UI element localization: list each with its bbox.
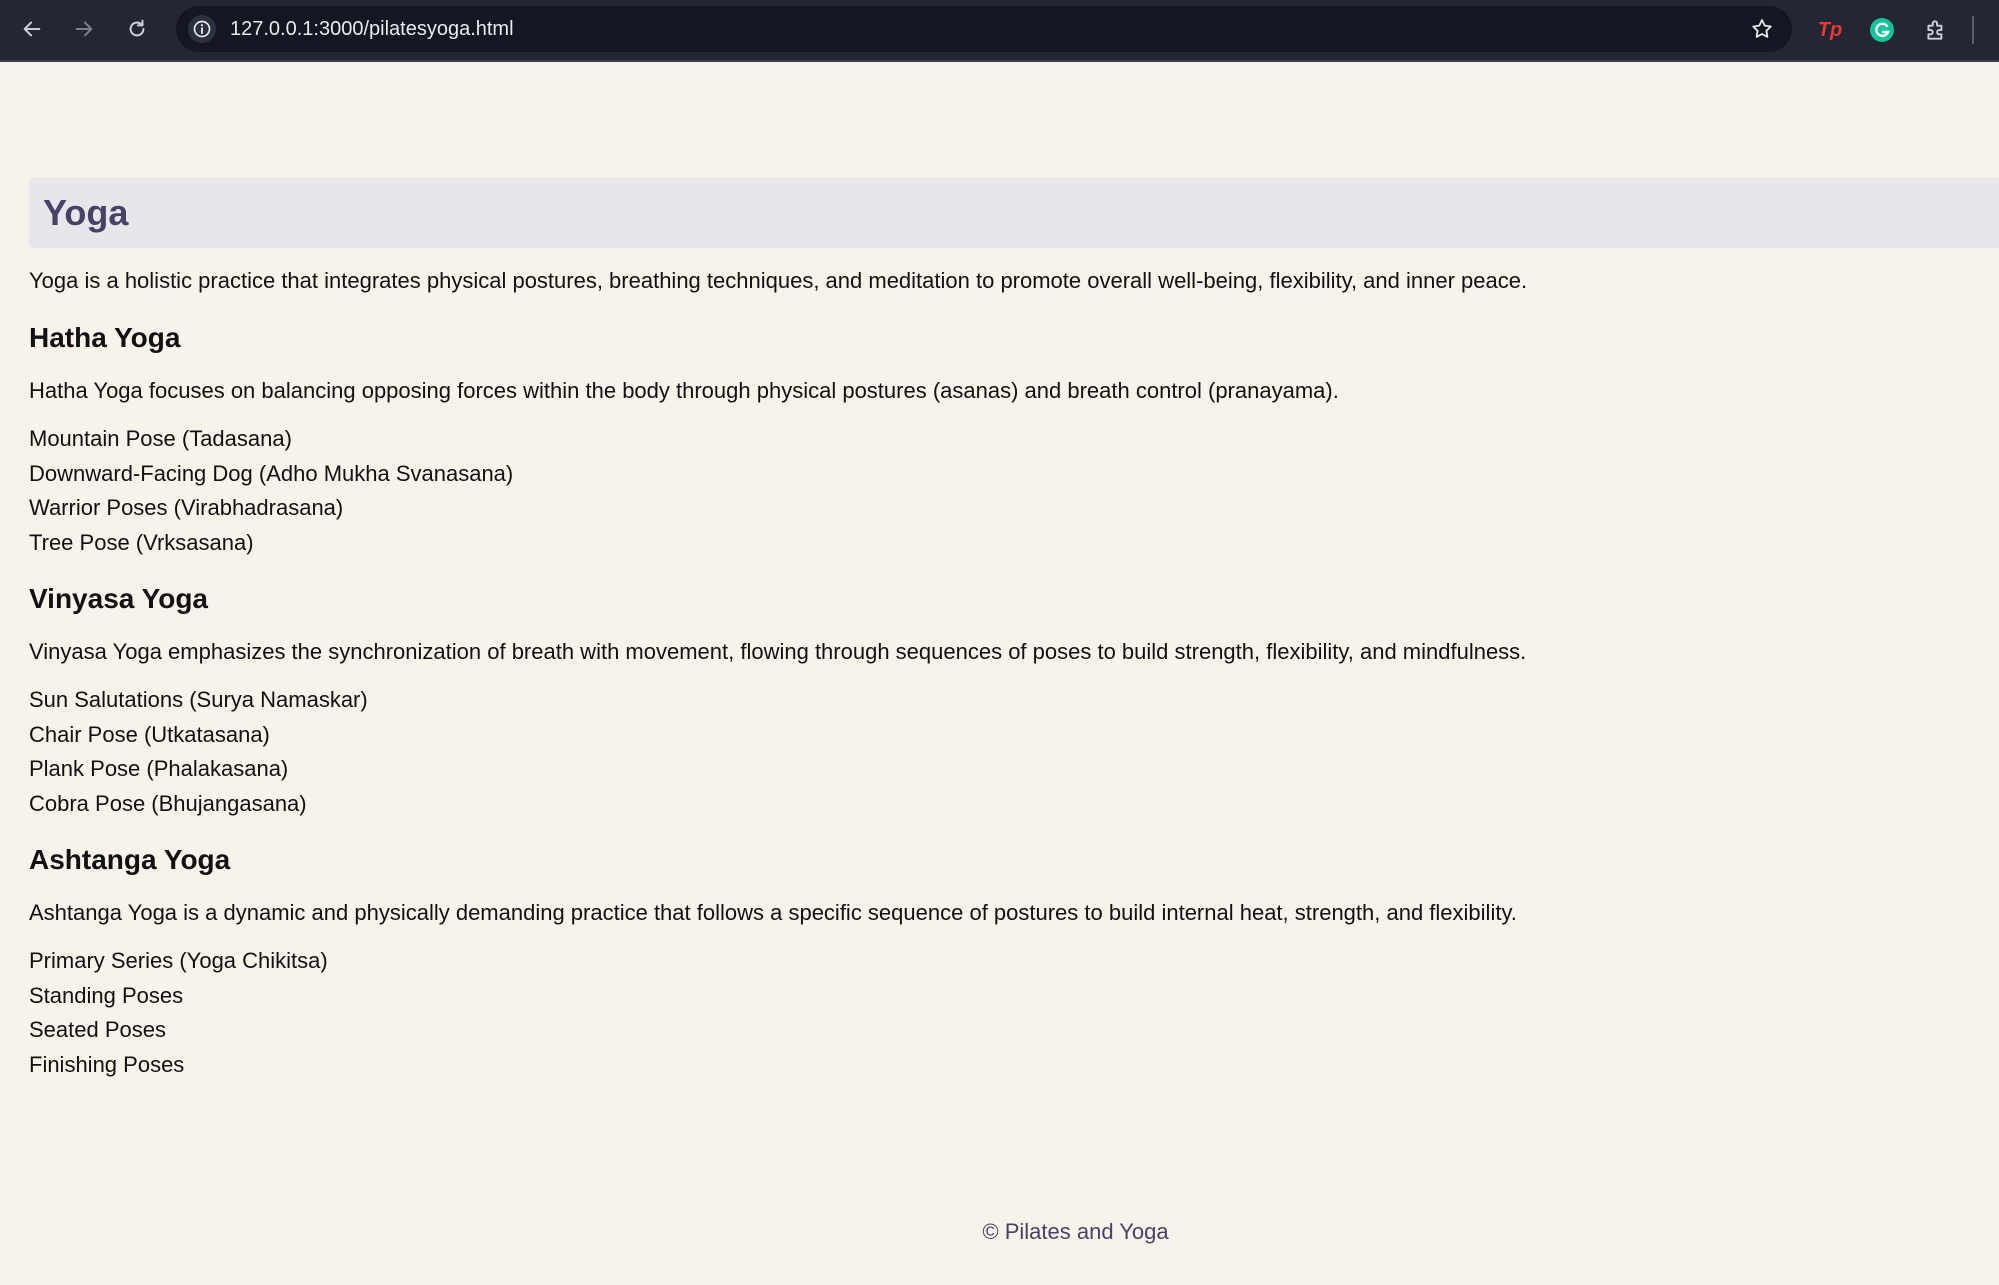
section-description: Hatha Yoga focuses on balancing opposing… bbox=[29, 378, 1339, 403]
bookmark-star-icon[interactable] bbox=[1748, 15, 1776, 43]
tp-extension-icon[interactable]: Tp bbox=[1814, 14, 1846, 46]
pose-list: Primary Series (Yoga Chikitsa) Standing … bbox=[29, 944, 1929, 1082]
page-title: Yoga bbox=[43, 192, 129, 233]
list-item: Chair Pose (Utkatasana) bbox=[29, 721, 270, 747]
arrow-right-icon bbox=[75, 21, 93, 37]
url-text[interactable]: 127.0.0.1:3000/pilatesyoga.html bbox=[230, 6, 514, 52]
site-info-icon[interactable] bbox=[188, 15, 216, 43]
address-bar[interactable]: 127.0.0.1:3000/pilatesyoga.html bbox=[176, 6, 1792, 52]
list-item: Plank Pose (Phalakasana) bbox=[29, 756, 289, 781]
section-description: Ashtanga Yoga is a dynamic and physicall… bbox=[29, 900, 1517, 925]
list-item: Sun Salutations (Surya Namaskar) bbox=[29, 687, 368, 712]
section-heading: Ashtanga Yoga bbox=[29, 844, 231, 875]
list-item: Warrior Poses (Virabhadrasana) bbox=[29, 495, 344, 520]
reload-button[interactable] bbox=[117, 12, 157, 46]
list-item: Primary Series (Yoga Chikitsa) bbox=[29, 948, 328, 973]
section-ashtanga-yoga: Ashtanga Yoga Ashtanga Yoga is a dynamic… bbox=[29, 843, 1929, 1082]
reload-icon bbox=[129, 19, 145, 37]
section-heading: Vinyasa Yoga bbox=[29, 583, 208, 614]
browser-toolbar: 127.0.0.1:3000/pilatesyoga.html Tp bbox=[0, 0, 1999, 62]
puzzle-extensions-icon[interactable] bbox=[1920, 14, 1952, 46]
grammarly-icon[interactable] bbox=[1866, 14, 1898, 46]
list-item: Seated Poses bbox=[29, 1017, 166, 1042]
list-item: Standing Poses bbox=[29, 982, 184, 1008]
section-heading: Hatha Yoga bbox=[29, 322, 181, 353]
section-description: Vinyasa Yoga emphasizes the synchronizat… bbox=[29, 639, 1527, 664]
list-item: Tree Pose (Vrksasana) bbox=[29, 529, 254, 555]
section-hatha-yoga: Hatha Yoga Hatha Yoga focuses on balanci… bbox=[29, 321, 1929, 560]
list-item: Mountain Pose (Tadasana) bbox=[29, 426, 292, 451]
toolbar-divider bbox=[1972, 16, 1974, 44]
list-item: Downward-Facing Dog (Adho Mukha Svanasan… bbox=[29, 460, 514, 486]
forward-button[interactable] bbox=[64, 12, 104, 46]
list-item: Cobra Pose (Bhujangasana) bbox=[29, 790, 307, 816]
page-footer: © Pilates and Yoga bbox=[982, 1219, 1169, 1244]
section-vinyasa-yoga: Vinyasa Yoga Vinyasa Yoga emphasizes the… bbox=[29, 582, 1929, 821]
main-content: Yoga is a holistic practice that integra… bbox=[29, 267, 1929, 1082]
back-button[interactable] bbox=[12, 12, 52, 46]
page-header: Yoga bbox=[29, 178, 1999, 248]
arrow-left-icon bbox=[23, 21, 41, 37]
pose-list: Mountain Pose (Tadasana) Downward-Facing… bbox=[29, 422, 1929, 560]
list-item: Finishing Poses bbox=[29, 1051, 185, 1077]
page-body: Yoga Yoga is a holistic practice that in… bbox=[0, 62, 1999, 1285]
intro-paragraph: Yoga is a holistic practice that integra… bbox=[29, 268, 1528, 293]
pose-list: Sun Salutations (Surya Namaskar) Chair P… bbox=[29, 683, 1929, 821]
